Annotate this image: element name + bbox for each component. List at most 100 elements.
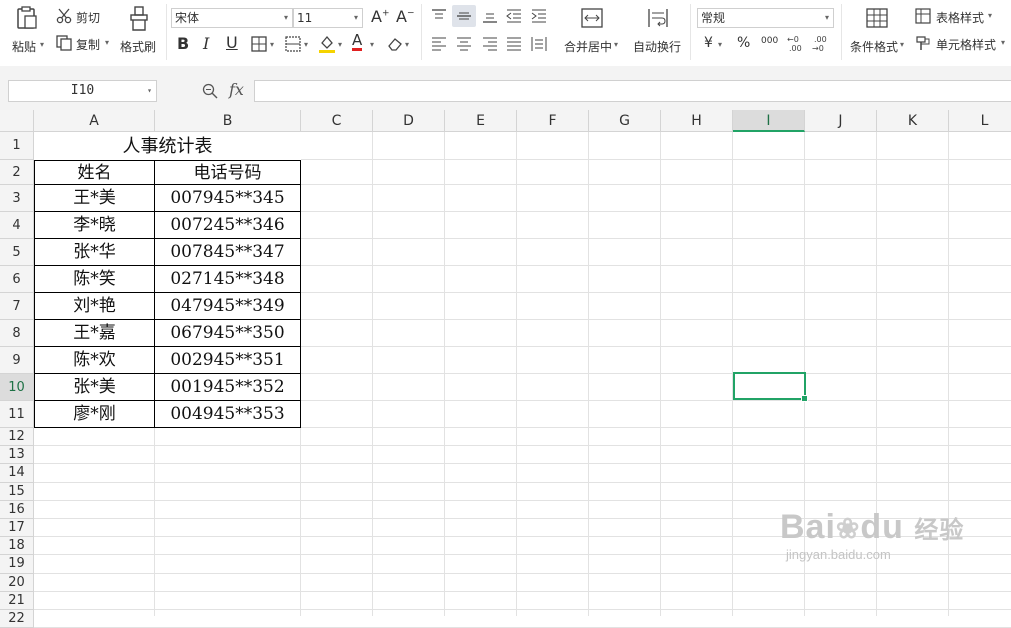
column-header-d[interactable]: D [373, 110, 445, 132]
thousands-icon[interactable]: 000 [761, 36, 778, 46]
currency-icon[interactable]: ¥ [704, 35, 713, 51]
row-header-8[interactable]: 8 [0, 320, 34, 347]
table-title[interactable]: 人事统计表 [34, 132, 301, 160]
distributed-align-icon[interactable] [531, 36, 547, 52]
percent-icon[interactable]: % [737, 35, 750, 51]
row-header-7[interactable]: 7 [0, 293, 34, 320]
font-name-select[interactable]: 宋体 ▾ [171, 8, 293, 28]
increase-decimal-icon[interactable]: ←0.00 [786, 34, 806, 52]
row-header-2[interactable]: 2 [0, 160, 34, 185]
row-header-16[interactable]: 16 [0, 500, 34, 519]
borders-dropdown-icon[interactable]: ▾ [270, 40, 274, 49]
insert-function-icon[interactable]: fx [229, 80, 244, 99]
justify-icon[interactable] [506, 37, 522, 51]
cut-button[interactable]: 剪切 [56, 8, 106, 26]
row-header-10[interactable]: 10 [0, 374, 34, 401]
column-header-g[interactable]: G [589, 110, 661, 132]
zoom-search-icon[interactable] [202, 83, 218, 99]
align-top-icon[interactable] [431, 9, 447, 23]
column-header-f[interactable]: F [517, 110, 589, 132]
cell-name[interactable]: 陈*欢 [34, 347, 155, 374]
underline-icon[interactable]: U [226, 33, 238, 52]
row-header-9[interactable]: 9 [0, 347, 34, 374]
format-painter-button[interactable]: 格式刷 [118, 4, 160, 60]
eraser-icon[interactable] [387, 36, 403, 52]
currency-dropdown-icon[interactable]: ▾ [718, 40, 722, 49]
cell-phone[interactable]: 007945**345 [155, 185, 301, 212]
copy-button[interactable]: 复制 ▾ [56, 35, 114, 53]
row-header-15[interactable]: 15 [0, 482, 34, 501]
fill-color-dropdown-icon[interactable]: ▾ [338, 40, 342, 49]
row-header-22[interactable]: 22 [0, 610, 34, 628]
row-header-4[interactable]: 4 [0, 212, 34, 239]
bold-icon[interactable]: B [177, 34, 189, 53]
row-header-20[interactable]: 20 [0, 573, 34, 592]
column-header-h[interactable]: H [661, 110, 733, 132]
cell-name[interactable]: 王*美 [34, 185, 155, 212]
decrease-font-icon[interactable]: A− [396, 7, 415, 26]
number-format-select[interactable]: 常规 ▾ [697, 8, 834, 28]
cell-name[interactable]: 张*华 [34, 239, 155, 266]
cell-name[interactable]: 廖*刚 [34, 401, 155, 428]
fill-color-icon[interactable] [318, 34, 336, 54]
eraser-dropdown-icon[interactable]: ▾ [405, 40, 409, 49]
column-header-l[interactable]: L [949, 110, 1011, 132]
increase-font-icon[interactable]: A+ [371, 7, 390, 26]
merge-center-button[interactable]: 合并居中 ▾ [562, 4, 622, 60]
row-header-6[interactable]: 6 [0, 266, 34, 293]
row-header-14[interactable]: 14 [0, 464, 34, 483]
cell-phone[interactable]: 002945**351 [155, 347, 301, 374]
wrap-text-button[interactable]: 自动换行 [630, 4, 686, 60]
row-header-19[interactable]: 19 [0, 555, 34, 574]
row-header-1[interactable]: 1 [0, 132, 34, 160]
decrease-indent-icon[interactable] [506, 9, 522, 23]
paste-button[interactable]: 粘贴 ▾ [8, 4, 44, 60]
row-header-11[interactable]: 11 [0, 401, 34, 428]
pattern-dropdown-icon[interactable]: ▾ [304, 40, 308, 49]
cell-name[interactable]: 王*嘉 [34, 320, 155, 347]
name-box[interactable]: I10 ▾ [8, 80, 157, 102]
column-header-c[interactable]: C [301, 110, 373, 132]
row-header-5[interactable]: 5 [0, 239, 34, 266]
cell-phone[interactable]: 001945**352 [155, 374, 301, 401]
column-header-i[interactable]: I [733, 110, 805, 132]
cell-name[interactable]: 张*美 [34, 374, 155, 401]
column-header-a[interactable]: A [34, 110, 155, 132]
row-header-18[interactable]: 18 [0, 537, 34, 556]
font-color-dropdown-icon[interactable]: ▾ [370, 40, 374, 49]
cell-phone[interactable]: 007245**346 [155, 212, 301, 239]
cell-style-button[interactable]: 单元格样式 ▾ [915, 35, 1011, 53]
row-header-13[interactable]: 13 [0, 446, 34, 465]
cell-name[interactable]: 陈*笑 [34, 266, 155, 293]
column-header-b[interactable]: B [155, 110, 301, 132]
column-header-j[interactable]: J [805, 110, 877, 132]
fill-handle[interactable] [801, 395, 808, 402]
row-header-3[interactable]: 3 [0, 185, 34, 212]
row-header-12[interactable]: 12 [0, 428, 34, 447]
cell-name[interactable]: 李*晓 [34, 212, 155, 239]
decrease-decimal-icon[interactable]: .00→0 [811, 34, 831, 52]
header-name[interactable]: 姓名 [34, 160, 155, 185]
italic-icon[interactable]: I [203, 34, 209, 53]
cell-phone[interactable]: 047945**349 [155, 293, 301, 320]
align-left-icon[interactable] [431, 37, 447, 51]
cell-fill-pattern-icon[interactable] [285, 36, 301, 52]
table-style-button[interactable]: 表格样式 ▾ [915, 8, 1005, 26]
cell-phone[interactable]: 007845**347 [155, 239, 301, 266]
cell-phone[interactable]: 067945**350 [155, 320, 301, 347]
cell-phone[interactable]: 004945**353 [155, 401, 301, 428]
font-color-icon[interactable]: A [352, 33, 363, 51]
borders-icon[interactable] [251, 36, 267, 52]
cell-phone[interactable]: 027145**348 [155, 266, 301, 293]
font-size-select[interactable]: 11 ▾ [293, 8, 363, 28]
align-bottom-icon[interactable] [482, 9, 498, 23]
cell-name[interactable]: 刘*艳 [34, 293, 155, 320]
align-right-icon[interactable] [482, 37, 498, 51]
conditional-format-button[interactable]: 条件格式 ▾ [848, 4, 908, 60]
column-header-e[interactable]: E [445, 110, 517, 132]
align-center-icon[interactable] [456, 37, 472, 51]
header-phone[interactable]: 电话号码 [155, 160, 301, 185]
row-header-21[interactable]: 21 [0, 591, 34, 610]
select-all-corner[interactable] [0, 110, 34, 132]
active-cell-selection[interactable] [733, 372, 808, 402]
